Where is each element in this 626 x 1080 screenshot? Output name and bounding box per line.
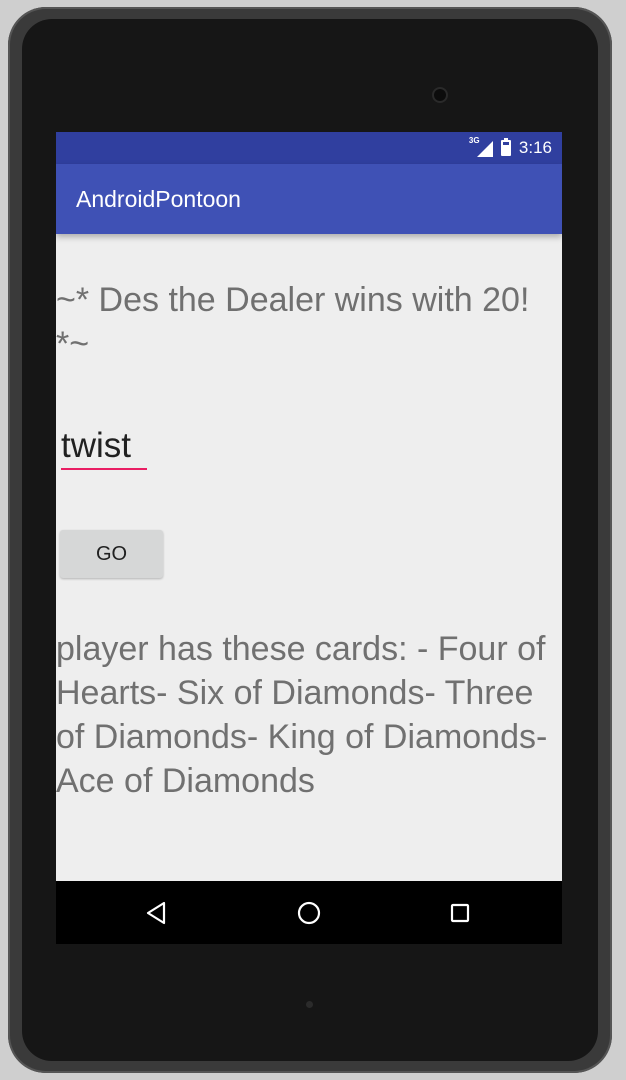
home-button[interactable] [279,881,339,944]
main-content: ~* Des the Dealer wins with 20! *~ GO pl… [56,234,562,881]
back-button[interactable] [126,881,186,944]
player-cards-text: player has these cards: - Four of Hearts… [56,630,548,800]
front-camera [434,89,446,101]
battery-charging-icon [500,138,511,156]
app-bar: AndroidPontoon [56,164,562,234]
recent-apps-icon [450,903,470,922]
app-title: AndroidPontoon [76,186,241,212]
back-icon [146,901,166,924]
go-button[interactable]: GO [60,530,163,578]
status-bar: 3G 3:16 [56,132,562,164]
signal-3g-icon: 3G [469,136,493,157]
result-message: ~* Des the Dealer wins with 20! *~ [56,281,530,363]
command-input[interactable] [61,424,147,470]
home-icon [297,901,321,924]
status-icons: 3G 3:16 [469,132,552,164]
device-sensor [306,1001,313,1008]
recent-apps-button[interactable] [430,881,490,944]
device-screen: 3G 3:16 AndroidPontoon ~* Des the Dealer… [56,132,562,944]
status-clock: 3:16 [518,138,552,157]
navigation-bar [56,881,562,944]
